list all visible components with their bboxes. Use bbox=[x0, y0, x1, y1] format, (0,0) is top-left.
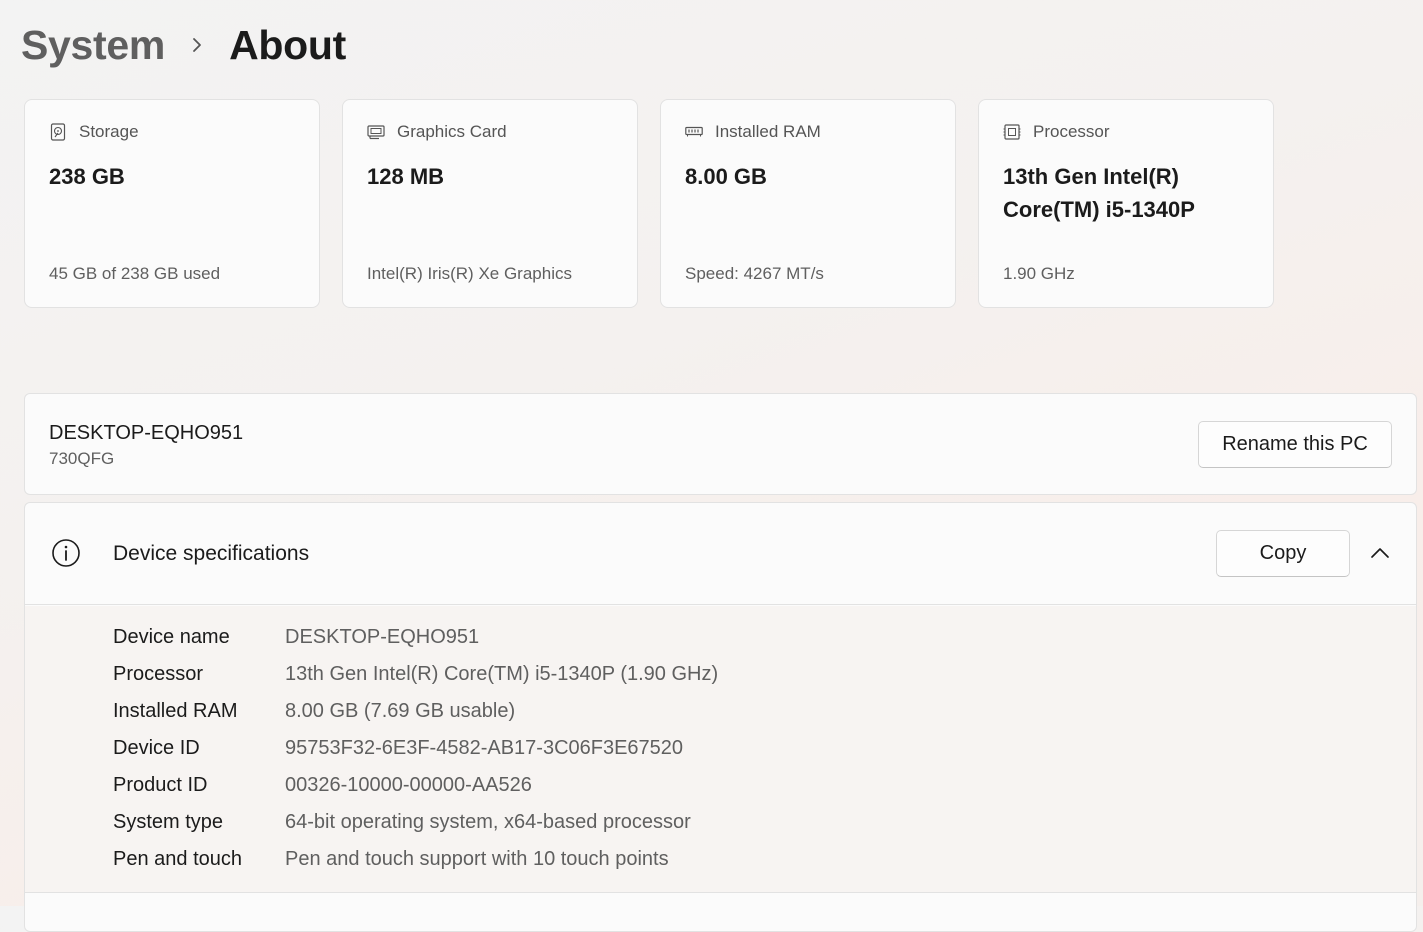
page-title: About bbox=[229, 21, 346, 68]
processor-icon bbox=[1003, 123, 1021, 141]
spec-label: Device ID bbox=[113, 736, 200, 759]
pc-name-panel: DESKTOP-EQHO951 730QFG Rename this PC bbox=[24, 393, 1417, 495]
card-value: 13th Gen Intel(R) Core(TM) i5-1340P bbox=[1003, 164, 1195, 222]
card-label: Storage bbox=[79, 122, 139, 141]
storage-card[interactable]: Storage 238 GB 45 GB of 238 GB used bbox=[24, 99, 320, 308]
ram-icon bbox=[685, 123, 703, 141]
spec-row-device-name: Device name DESKTOP-EQHO951 bbox=[113, 622, 479, 652]
spec-value: 64-bit operating system, x64-based proce… bbox=[285, 810, 691, 833]
card-value: 238 GB bbox=[49, 164, 125, 189]
divider bbox=[25, 892, 1416, 893]
card-label: Installed RAM bbox=[715, 122, 821, 141]
spec-value: 95753F32-6E3F-4582-AB17-3C06F3E67520 bbox=[285, 736, 684, 759]
card-subtext: 1.90 GHz bbox=[1003, 264, 1075, 283]
installed-ram-card[interactable]: Installed RAM 8.00 GB Speed: 4267 MT/s bbox=[660, 99, 956, 308]
card-label: Graphics Card bbox=[397, 122, 507, 141]
spec-label: Installed RAM bbox=[113, 699, 238, 722]
graphics-card-icon bbox=[367, 123, 385, 141]
card-label: Processor bbox=[1033, 122, 1110, 141]
hard-drive-icon bbox=[49, 123, 67, 141]
processor-card[interactable]: Processor 13th Gen Intel(R) Core(TM) i5-… bbox=[978, 99, 1274, 308]
breadcrumb-system-link[interactable]: System bbox=[21, 22, 165, 69]
card-value: 128 MB bbox=[367, 164, 445, 189]
spec-value: 00326-10000-00000-AA526 bbox=[285, 773, 532, 796]
spec-value: 8.00 GB (7.69 GB usable) bbox=[285, 699, 516, 722]
spec-row-device-id: Device ID 95753F32-6E3F-4582-AB17-3C06F3… bbox=[113, 733, 683, 763]
spec-label: Product ID bbox=[113, 773, 208, 796]
info-icon bbox=[51, 538, 81, 568]
card-subtext: Speed: 4267 MT/s bbox=[685, 264, 824, 283]
chevron-right-icon bbox=[165, 35, 229, 55]
card-header: Processor bbox=[1003, 122, 1110, 142]
device-specifications-body: Device name DESKTOP-EQHO951 Processor 13… bbox=[25, 606, 1416, 893]
card-subtext: Intel(R) Iris(R) Xe Graphics bbox=[367, 264, 572, 283]
spec-row-system-type: System type 64-bit operating system, x64… bbox=[113, 807, 691, 837]
spec-label: Device name bbox=[113, 625, 230, 648]
graphics-card-card[interactable]: Graphics Card 128 MB Intel(R) Iris(R) Xe… bbox=[342, 99, 638, 308]
spec-value: 13th Gen Intel(R) Core(TM) i5-1340P (1.9… bbox=[285, 662, 719, 685]
card-header: Graphics Card bbox=[367, 122, 507, 142]
copy-button[interactable]: Copy bbox=[1216, 530, 1350, 577]
breadcrumb: System About bbox=[21, 18, 346, 72]
spec-label: System type bbox=[113, 810, 224, 833]
chevron-up-icon[interactable] bbox=[1368, 541, 1392, 565]
pc-name: DESKTOP-EQHO951 bbox=[49, 422, 244, 444]
spec-label: Processor bbox=[113, 662, 204, 685]
card-header: Storage bbox=[49, 122, 139, 142]
device-specifications-title: Device specifications bbox=[113, 542, 310, 565]
card-subtext: 45 GB of 238 GB used bbox=[49, 264, 221, 283]
spec-label: Pen and touch bbox=[113, 847, 242, 870]
card-value: 8.00 GB bbox=[685, 164, 767, 189]
spec-value: DESKTOP-EQHO951 bbox=[285, 625, 480, 648]
spec-row-processor: Processor 13th Gen Intel(R) Core(TM) i5-… bbox=[113, 659, 718, 689]
pc-model: 730QFG bbox=[49, 449, 115, 468]
spec-row-pen-and-touch: Pen and touch Pen and touch support with… bbox=[113, 844, 669, 874]
rename-pc-button[interactable]: Rename this PC bbox=[1198, 421, 1392, 468]
spec-row-installed-ram: Installed RAM 8.00 GB (7.69 GB usable) bbox=[113, 696, 515, 726]
device-specifications-panel: Device specifications Copy Device name D… bbox=[24, 502, 1417, 932]
spec-row-product-id: Product ID 00326-10000-00000-AA526 bbox=[113, 770, 532, 800]
card-header: Installed RAM bbox=[685, 122, 821, 142]
device-specifications-header[interactable]: Device specifications Copy bbox=[25, 503, 1416, 605]
spec-value: Pen and touch support with 10 touch poin… bbox=[285, 847, 669, 870]
